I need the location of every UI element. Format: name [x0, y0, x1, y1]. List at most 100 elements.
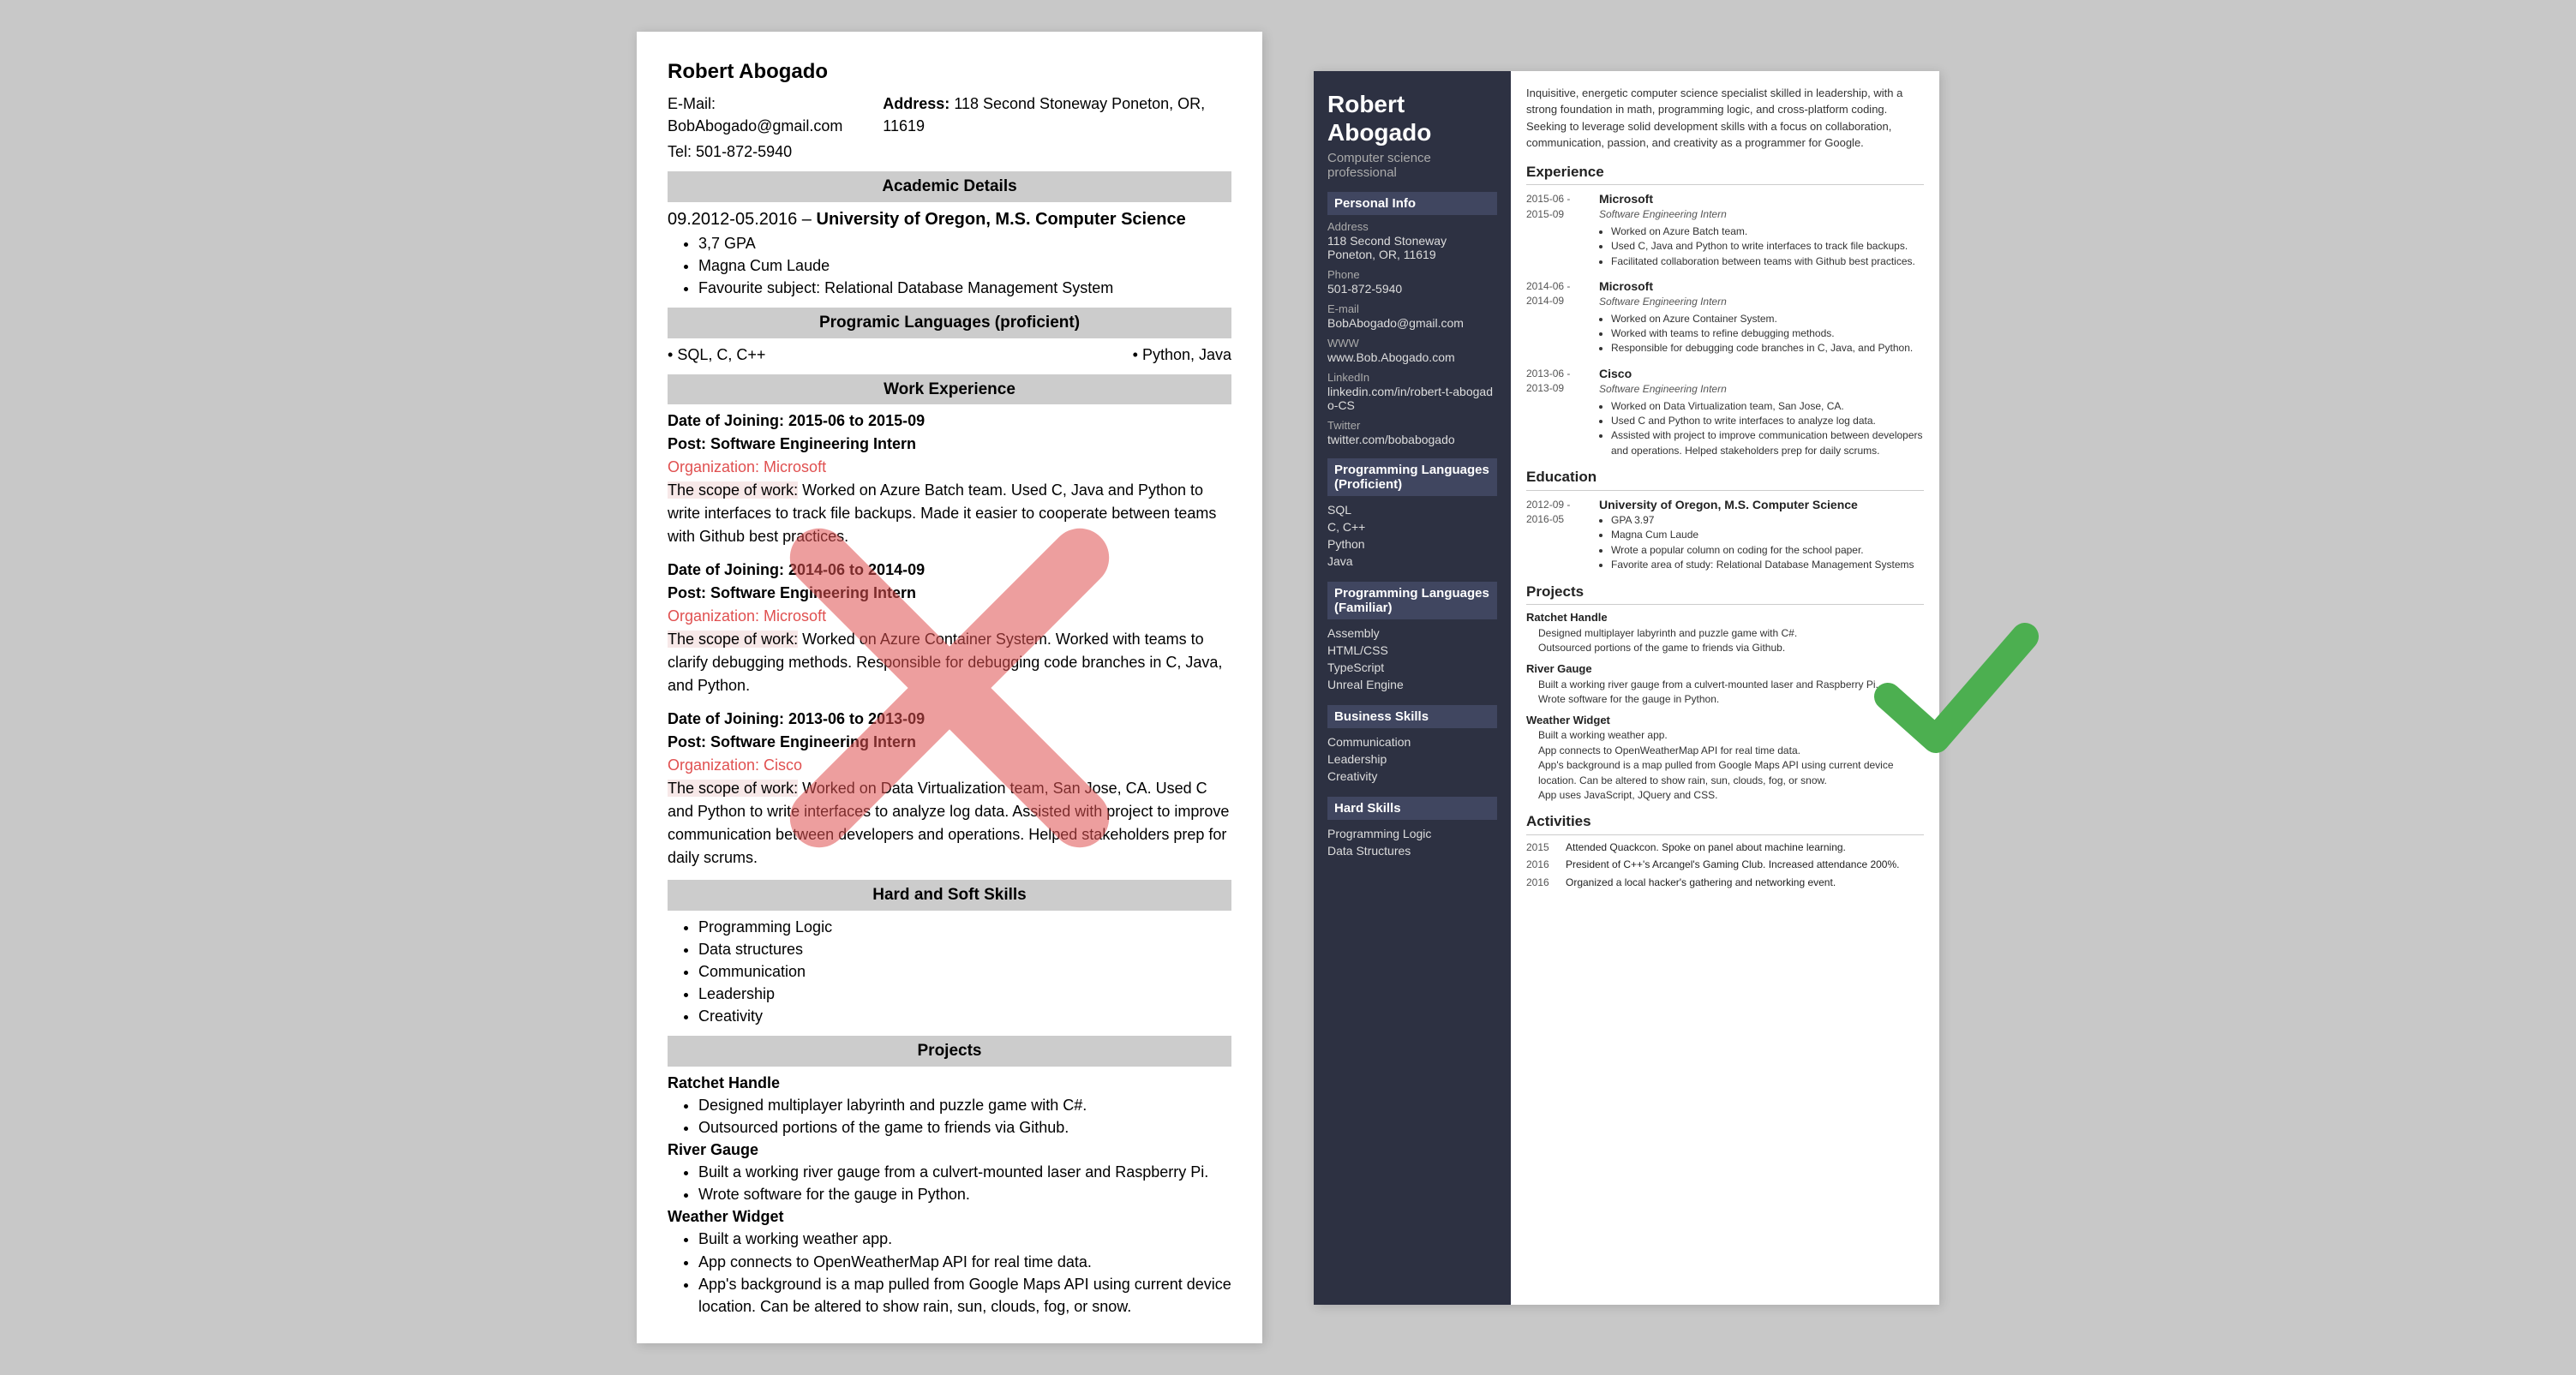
- lang-ue: Unreal Engine: [1327, 676, 1497, 693]
- prog-prof-label: Programming Languages(Proficient): [1327, 458, 1497, 496]
- edu-org-0: University of Oregon, M.S. Computer Scie…: [1599, 496, 1924, 513]
- proj-title-1: River Gauge: [668, 1139, 1231, 1161]
- proj-1-1: Wrote software for the gauge in Python.: [698, 1183, 1231, 1205]
- www-value: www.Bob.Abogado.com: [1327, 350, 1497, 364]
- exp-2-2: Assisted with project to improve communi…: [1611, 428, 1924, 458]
- org-1: Organization: Microsoft: [668, 607, 826, 625]
- skill-4: Creativity: [698, 1005, 1231, 1027]
- act-desc-1: President of C++'s Arcangel's Gaming Clu…: [1566, 858, 1899, 872]
- sidebar: RobertAbogado Computer science professio…: [1314, 71, 1511, 1305]
- exp-0-0: Worked on Azure Batch team.: [1611, 224, 1924, 239]
- proj-2-0: Built a working weather app.: [698, 1228, 1231, 1250]
- tel-label: Tel:: [668, 143, 692, 160]
- bad-resume-name: Robert Abogado: [668, 57, 1231, 87]
- email-value-sb: BobAbogado@gmail.com: [1327, 316, 1497, 330]
- green-check-icon: [1871, 602, 2042, 774]
- exp-section-title: Experience: [1526, 162, 1924, 186]
- edu-body-0: University of Oregon, M.S. Computer Scie…: [1599, 496, 1924, 573]
- org-2: Organization: Cisco: [668, 756, 802, 774]
- biz-label: Business Skills: [1327, 705, 1497, 728]
- proj-0-1: Outsourced portions of the game to frien…: [698, 1116, 1231, 1139]
- good-proj-body-2: Built a working weather app. App connect…: [1538, 728, 1924, 803]
- skill-1: Data structures: [698, 938, 1231, 960]
- act-desc-2: Organized a local hacker's gathering and…: [1566, 876, 1836, 890]
- proj-bullets-0: Designed multiplayer labyrinth and puzzl…: [698, 1094, 1231, 1139]
- skills-list: Programming Logic Data structures Commun…: [698, 916, 1231, 1027]
- act-row-2: 2016 Organized a local hacker's gatherin…: [1526, 876, 1924, 890]
- proj-0-0: Designed multiplayer labyrinth and puzzl…: [698, 1094, 1231, 1116]
- tel-line: Tel: 501-872-5940: [668, 140, 792, 163]
- exp-role-0: Software Engineering Intern: [1599, 207, 1924, 222]
- proj-section-title: Projects: [1526, 582, 1924, 606]
- exp-2-0: Worked on Data Virtualization team, San …: [1611, 399, 1924, 414]
- proj-2-1: App connects to OpenWeatherMap API for r…: [698, 1251, 1231, 1273]
- exp-1-1: Worked with teams to refine debugging me…: [1611, 326, 1924, 341]
- act-year-0: 2015: [1526, 840, 1561, 855]
- exp-role-1: Software Engineering Intern: [1599, 295, 1924, 309]
- hard-label: Hard Skills: [1327, 797, 1497, 820]
- address-line: Address: 118 Second Stoneway Poneton, OR…: [883, 93, 1231, 137]
- exp-bullets-2: Worked on Data Virtualization team, San …: [1611, 399, 1924, 459]
- academic-header: Academic Details: [668, 171, 1231, 202]
- lang-sql: SQL: [1327, 501, 1497, 518]
- skills-header: Hard and Soft Skills: [668, 880, 1231, 911]
- gp-2-2: App's background is a map pulled from Go…: [1538, 758, 1924, 788]
- address-label: Address:: [883, 95, 950, 112]
- work-entry-2: Date of Joining: 2013-06 to 2013-09 Post…: [668, 708, 1231, 870]
- skill-0: Programming Logic: [698, 916, 1231, 938]
- gp-0-1: Outsourced portions of the game to frien…: [1538, 641, 1924, 655]
- biz-lead: Leadership: [1327, 750, 1497, 768]
- proj-1-0: Built a working river gauge from a culve…: [698, 1161, 1231, 1183]
- www-label: WWW: [1327, 337, 1497, 350]
- linkedin-label: LinkedIn: [1327, 371, 1497, 384]
- twitter-label: Twitter: [1327, 419, 1497, 432]
- exp-org-0: Microsoft: [1599, 190, 1924, 207]
- act-row-1: 2016 President of C++'s Arcangel's Gamin…: [1526, 858, 1924, 872]
- good-proj-body-0: Designed multiplayer labyrinth and puzzl…: [1538, 626, 1924, 656]
- lang-cols: • SQL, C, C++ • Python, Java: [668, 344, 1231, 366]
- gp-1-1: Wrote software for the gauge in Python.: [1538, 692, 1924, 707]
- biz-creat: Creativity: [1327, 768, 1497, 785]
- proj-bullets-1: Built a working river gauge from a culve…: [698, 1161, 1231, 1205]
- tel-row: Tel: 501-872-5940: [668, 140, 1231, 163]
- address-value: 118 Second StonewayPoneton, OR, 11619: [1327, 234, 1497, 261]
- email-line: E-Mail: BobAbogado@gmail.com: [668, 93, 883, 137]
- sidebar-name: RobertAbogado: [1327, 90, 1497, 147]
- good-proj-title-2: Weather Widget: [1526, 713, 1924, 729]
- proj-2-2: App's background is a map pulled from Go…: [698, 1273, 1231, 1318]
- summary: Inquisitive, energetic computer science …: [1526, 85, 1924, 152]
- doj-0: Date of Joining: 2015-06 to 2015-09: [668, 412, 925, 429]
- sidebar-name-block: RobertAbogado Computer science professio…: [1327, 90, 1497, 180]
- doj-1: Date of Joining: 2014-06 to 2014-09: [668, 561, 925, 578]
- exp-body-1: Microsoft Software Engineering Intern Wo…: [1599, 278, 1924, 356]
- lang-ts: TypeScript: [1327, 659, 1497, 676]
- exp-entry-1: 2014-06 -2014-09 Microsoft Software Engi…: [1526, 278, 1924, 356]
- honor: Magna Cum Laude: [698, 254, 1231, 277]
- linkedin-group: LinkedIn linkedin.com/in/robert-t-abogad…: [1327, 371, 1497, 412]
- academic-school: University of Oregon, M.S. Computer Scie…: [817, 210, 1186, 229]
- gp-1-0: Built a working river gauge from a culve…: [1538, 678, 1924, 692]
- phone-label: Phone: [1327, 268, 1497, 281]
- projects-content: Ratchet Handle Designed multiplayer laby…: [668, 1072, 1231, 1318]
- exp-date-2: 2013-06 -2013-09: [1526, 365, 1599, 397]
- personal-info-label: Personal Info: [1327, 192, 1497, 215]
- good-proj-body-1: Built a working river gauge from a culve…: [1538, 678, 1924, 708]
- act-year-2: 2016: [1526, 876, 1561, 890]
- exp-bullets-0: Worked on Azure Batch team. Used C, Java…: [1611, 224, 1924, 269]
- projects-header: Projects: [668, 1036, 1231, 1067]
- email-group: E-mail BobAbogado@gmail.com: [1327, 302, 1497, 330]
- skill-2: Communication: [698, 960, 1231, 983]
- exp-org-2: Cisco: [1599, 365, 1924, 382]
- post-2: Post: Software Engineering Intern: [668, 733, 916, 750]
- good-projects: Ratchet Handle Designed multiplayer laby…: [1526, 610, 1924, 803]
- email-value: BobAbogado@gmail.com: [668, 117, 842, 135]
- proj-title-0: Ratchet Handle: [668, 1072, 1231, 1094]
- act-year-1: 2016: [1526, 858, 1561, 872]
- good-resume: RobertAbogado Computer science professio…: [1314, 71, 1939, 1305]
- gp-2-1: App connects to OpenWeatherMap API for r…: [1538, 744, 1924, 758]
- lang-header: Programic Languages (proficient): [668, 308, 1231, 338]
- lang-python: Python: [1327, 535, 1497, 553]
- address-label: Address: [1327, 220, 1497, 233]
- edu-section-title: Education: [1526, 467, 1924, 491]
- contact-row: E-Mail: BobAbogado@gmail.com Address: 11…: [668, 93, 1231, 137]
